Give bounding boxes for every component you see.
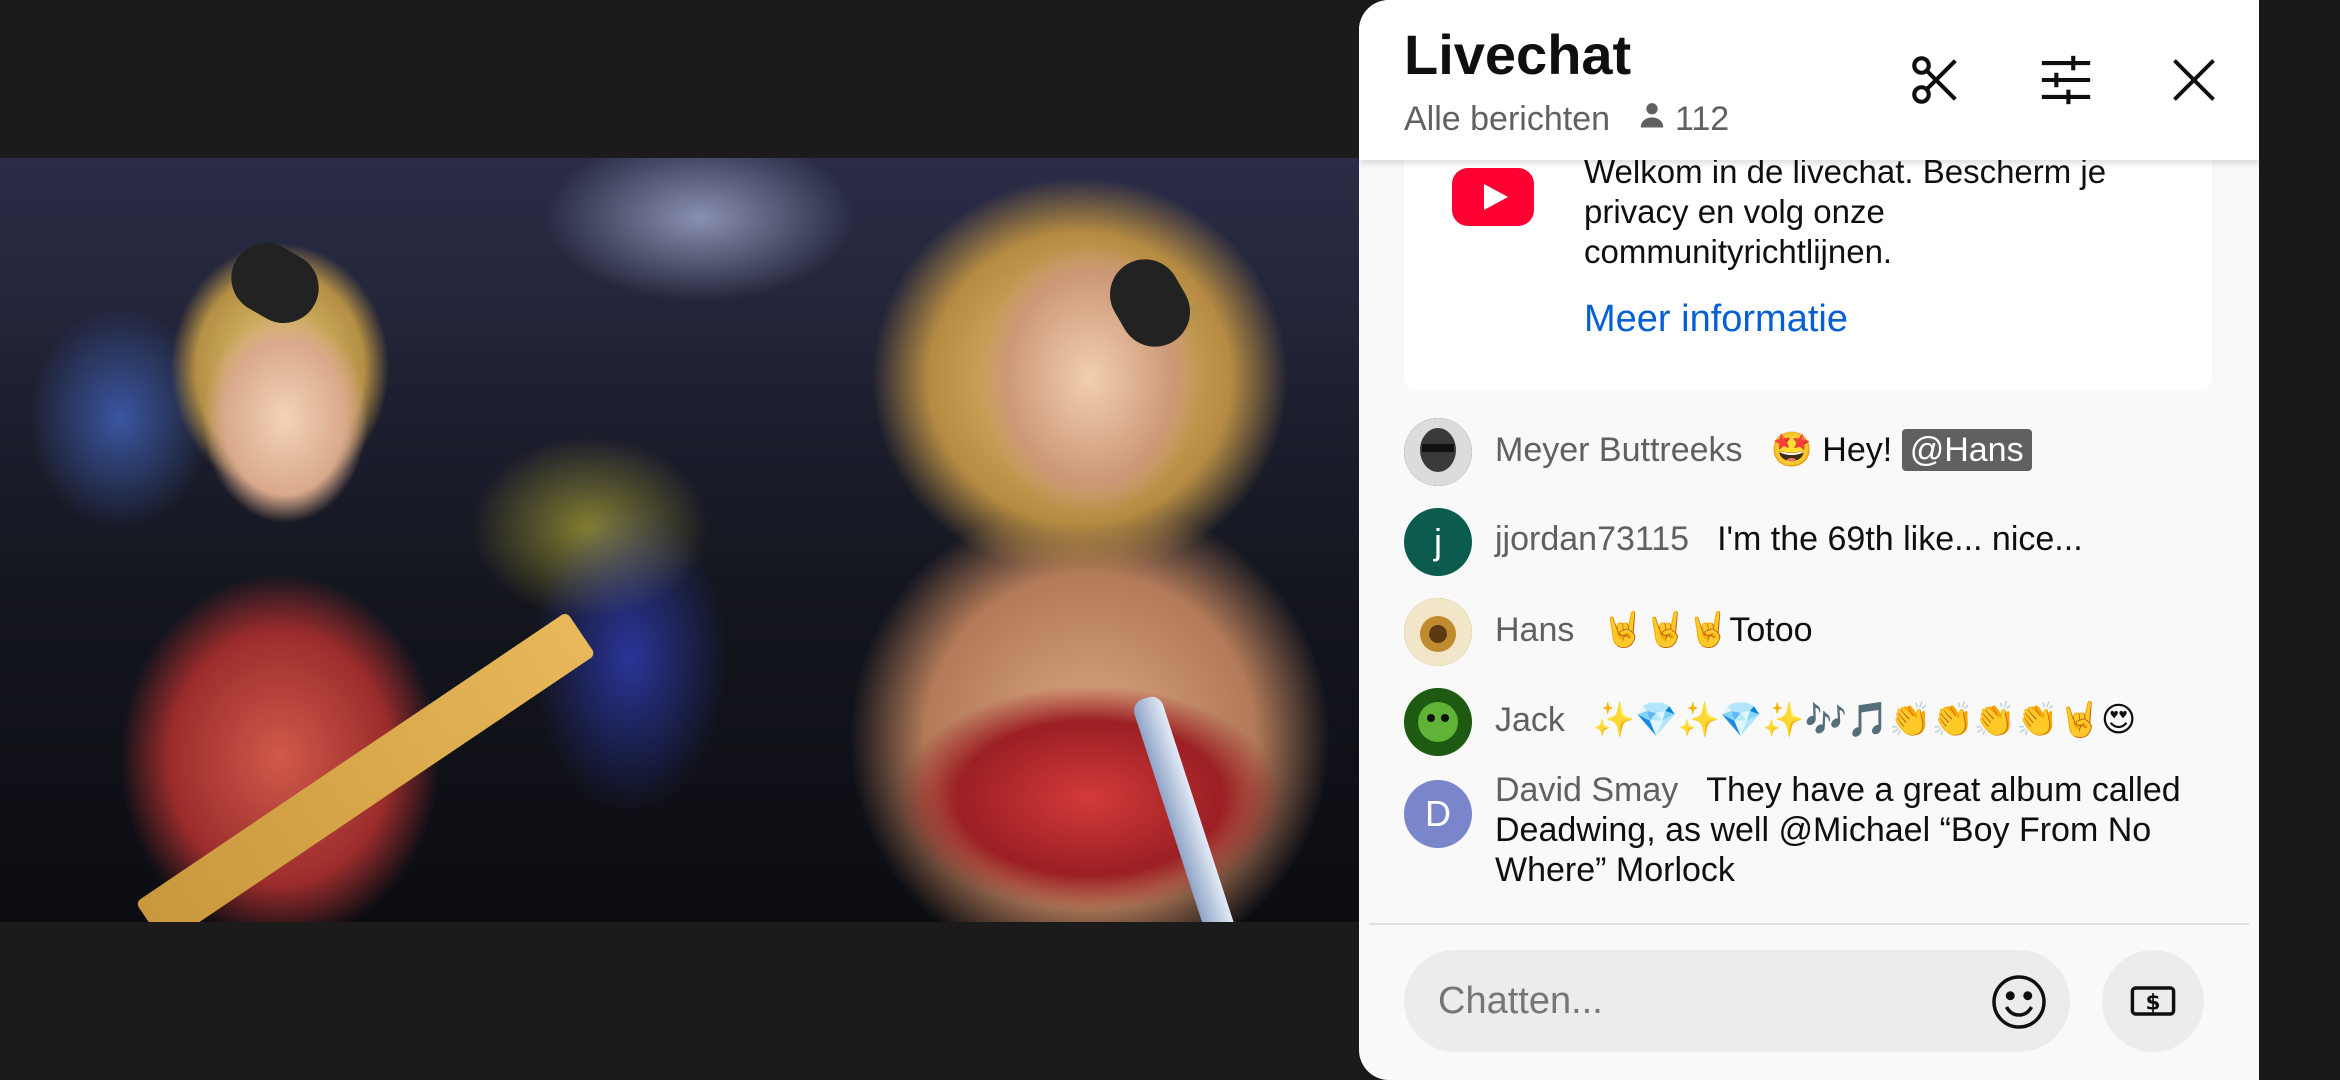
- avatar-letter: D: [1425, 793, 1451, 834]
- avatar-letter: j: [1434, 521, 1442, 562]
- performer-right: [760, 178, 1360, 922]
- message-line: jjordan73115 I'm the 69th like... nice...: [1495, 520, 2083, 559]
- chat-title: Livechat: [1404, 23, 1632, 86]
- super-chat-dollar-icon: $: [2130, 986, 2176, 1016]
- avatar[interactable]: [1404, 598, 1472, 666]
- welcome-card: Welkom in de livechat. Bescherm je priva…: [1404, 140, 2212, 390]
- message-text: I'm the 69th like... nice...: [1717, 520, 2083, 558]
- emoji-button[interactable]: [1984, 967, 2054, 1037]
- message-author[interactable]: David Smay: [1495, 771, 1678, 809]
- livechat-panel: Livechat Alle berichten 112 Welkom in de…: [1359, 0, 2259, 1080]
- screen-edge: [2259, 0, 2340, 1080]
- message-mention[interactable]: @Hans: [1901, 429, 2032, 471]
- avatar[interactable]: [1404, 688, 1472, 756]
- message-author[interactable]: Jack: [1495, 701, 1565, 739]
- message-line: Jack ✨💎✨💎✨🎶🎵👏👏👏👏🤘😍: [1495, 700, 2136, 740]
- scissors-icon: [1912, 56, 1957, 104]
- chat-input[interactable]: [1404, 950, 2070, 1052]
- message-author[interactable]: Hans: [1495, 611, 1574, 649]
- video-player[interactable]: [0, 0, 1360, 1080]
- close-icon: [2173, 59, 2215, 101]
- youtube-logo-icon: [1452, 168, 1534, 226]
- message-text: ✨💎✨💎✨🎶🎵👏👏👏👏🤘😍: [1592, 701, 2137, 739]
- person-icon: [1637, 100, 1667, 139]
- chat-header: Livechat Alle berichten 112: [1359, 0, 2259, 160]
- message-line: Meyer Buttreeks 🤩 Hey! @Hans: [1495, 429, 2032, 471]
- viewer-count: 112: [1637, 100, 1729, 139]
- more-info-link[interactable]: Meer informatie: [1584, 298, 1848, 341]
- message-author[interactable]: jjordan73115: [1495, 520, 1689, 558]
- avatar[interactable]: D: [1404, 780, 1472, 848]
- viewer-count-value: 112: [1675, 100, 1730, 138]
- avatar[interactable]: j: [1404, 508, 1472, 576]
- message-author[interactable]: Meyer Buttreeks: [1495, 431, 1743, 469]
- video-frame[interactable]: [0, 158, 1360, 922]
- welcome-text: Welkom in de livechat. Bescherm je priva…: [1584, 153, 2107, 270]
- close-chat-button[interactable]: [2159, 45, 2229, 115]
- message-line: David Smay They have a great album called…: [1495, 770, 2215, 890]
- avatar[interactable]: [1404, 418, 1472, 486]
- super-chat-button[interactable]: $: [2102, 950, 2204, 1052]
- smiley-icon: [1992, 975, 2046, 1029]
- clip-button[interactable]: [1901, 45, 1971, 115]
- input-divider: [1369, 923, 2249, 925]
- chat-filter-dropdown[interactable]: Alle berichten: [1404, 100, 1610, 139]
- message-text: 🤘🤘🤘Totoo: [1602, 611, 1813, 649]
- chat-settings-button[interactable]: [2031, 45, 2101, 115]
- message-line: Hans 🤘🤘🤘Totoo: [1495, 610, 1813, 650]
- message-text: 🤩 Hey!: [1770, 431, 1893, 469]
- sliders-icon: [2041, 55, 2091, 105]
- svg-text:$: $: [2145, 991, 2160, 1016]
